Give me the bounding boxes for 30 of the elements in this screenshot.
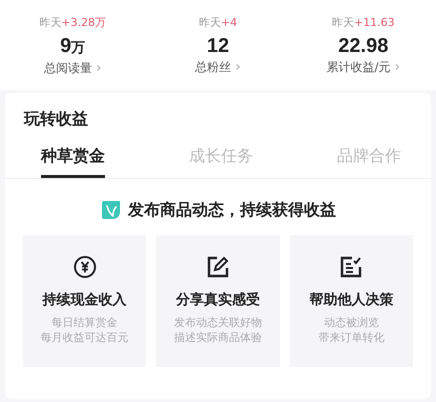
stat-label[interactable]: 总阅读量 — [44, 60, 92, 76]
chevron-icon[interactable]: › — [96, 60, 102, 76]
chevron-icon[interactable]: › — [235, 59, 241, 75]
delta-text: 昨天+11.63 — [332, 16, 395, 30]
stat-value: 9万 — [60, 34, 86, 59]
feature-title: 持续现金收入 — [42, 291, 127, 309]
chevron-icon[interactable]: › — [394, 59, 400, 75]
feature-description: 描述实际商品体验 — [174, 330, 262, 345]
feature-description: 每月收益可达百元 — [40, 330, 129, 345]
stat-value: 22.98 — [338, 34, 388, 59]
tab[interactable]: 成长任务 — [189, 145, 253, 178]
section-title: 玩转收益 — [22, 108, 89, 130]
feature-title: 帮助他人决策 — [309, 291, 394, 309]
feature-description: 发布动态关联好物 — [174, 315, 262, 330]
stat-label[interactable]: 总粉丝 — [195, 59, 232, 75]
yuan-coin-icon — [72, 255, 97, 279]
tab[interactable]: 种草赏金 — [41, 145, 105, 178]
tab[interactable]: 品牌合作 — [337, 145, 401, 178]
feature-description: 动态被浏览 — [324, 315, 379, 330]
checklist-icon — [339, 255, 364, 279]
stat-value: 12 — [206, 34, 230, 59]
feature-title: 分享真实感受 — [176, 291, 260, 309]
stat-label[interactable]: 累计收益/元 — [326, 59, 391, 75]
headline-text: 发布商品动态，持续获得收益 — [128, 200, 336, 220]
leaf-icon — [100, 199, 122, 221]
feature-description: 每日结算赏金 — [52, 315, 118, 330]
edit-icon — [206, 255, 230, 279]
feature-description: 带来订单转化 — [318, 330, 384, 345]
delta-text: 昨天+4 — [198, 16, 238, 30]
delta-text: 昨天+3.28万 — [39, 16, 106, 30]
